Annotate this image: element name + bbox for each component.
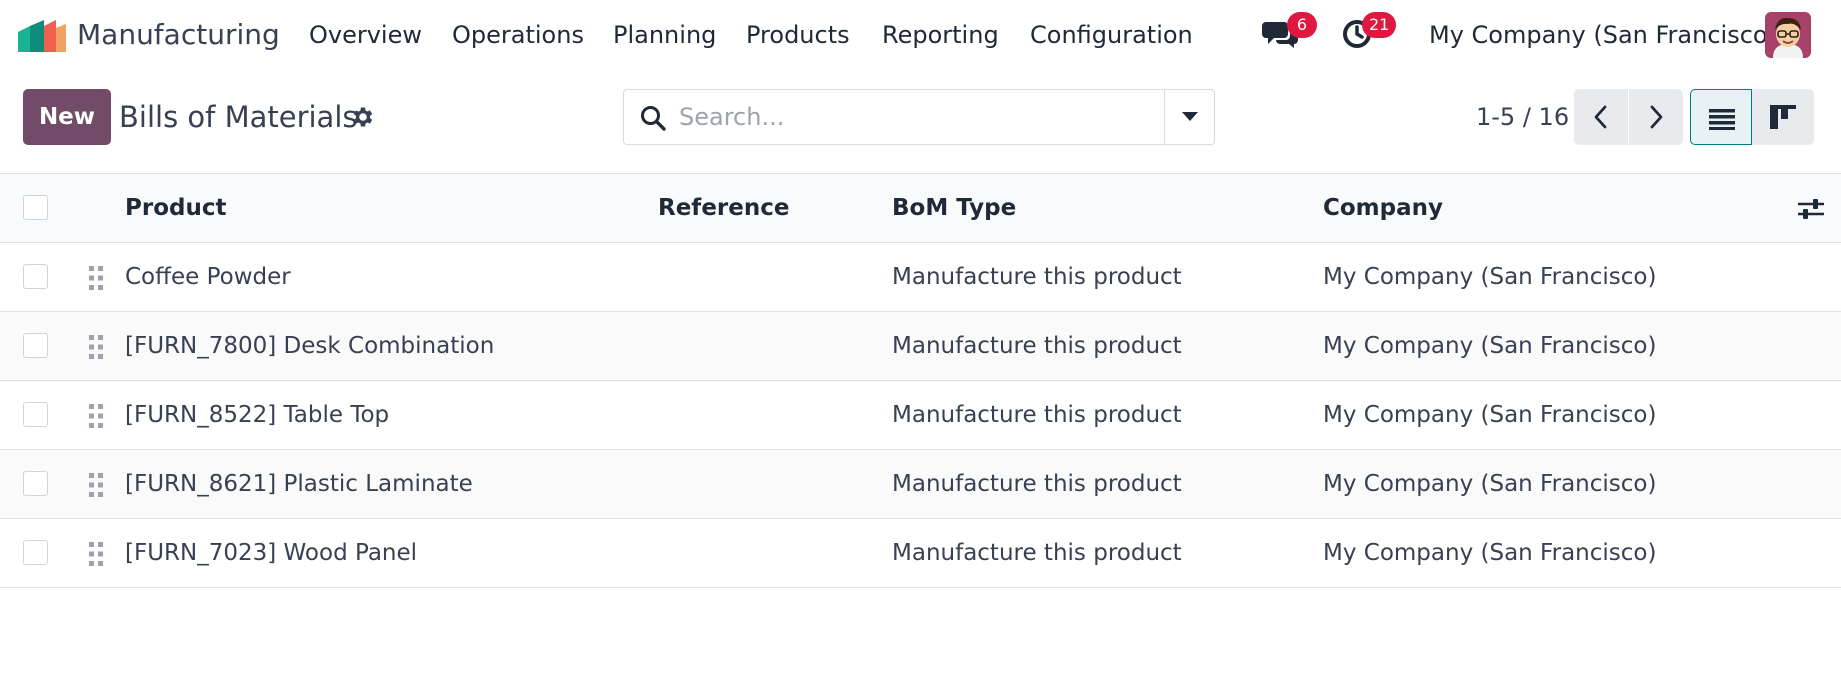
- sliders-icon[interactable]: [1796, 194, 1826, 224]
- page-title: Bills of Materials: [119, 100, 358, 134]
- cell-company: My Company (San Francisco): [1323, 264, 1657, 290]
- table-row[interactable]: [FURN_8522] Table Top Manufacture this p…: [0, 381, 1841, 450]
- column-header-bom-type[interactable]: BoM Type: [892, 174, 1016, 242]
- pager-next-button[interactable]: [1629, 89, 1683, 145]
- search-icon: [641, 106, 666, 131]
- cell-product: [FURN_7800] Desk Combination: [125, 333, 495, 359]
- cell-product: Coffee Powder: [125, 264, 291, 290]
- messages-button[interactable]: 6: [1262, 12, 1317, 52]
- drag-handle-icon[interactable]: [88, 403, 104, 429]
- table-row[interactable]: [FURN_8621] Plastic Laminate Manufacture…: [0, 450, 1841, 519]
- activities-badge: 21: [1362, 12, 1397, 38]
- drag-handle-icon[interactable]: [88, 541, 104, 567]
- cell-bom-type: Manufacture this product: [892, 333, 1182, 359]
- user-avatar-icon: [1765, 12, 1811, 58]
- menu-configuration[interactable]: Configuration: [1030, 15, 1193, 55]
- list-view-button[interactable]: [1690, 89, 1752, 145]
- cell-company: My Company (San Francisco): [1323, 540, 1657, 566]
- pager-value[interactable]: 1-5 / 16: [1476, 100, 1569, 134]
- row-checkbox[interactable]: [23, 402, 48, 427]
- column-header-reference[interactable]: Reference: [658, 174, 789, 242]
- row-checkbox[interactable]: [23, 540, 48, 565]
- cell-product: [FURN_8522] Table Top: [125, 402, 390, 428]
- drag-handle-icon[interactable]: [88, 265, 104, 291]
- search-bar: [623, 89, 1215, 145]
- cell-company: My Company (San Francisco): [1323, 333, 1657, 359]
- drag-handle-icon[interactable]: [88, 334, 104, 360]
- column-header-product[interactable]: Product: [125, 174, 226, 242]
- avatar[interactable]: [1765, 12, 1811, 58]
- cell-product: [FURN_8621] Plastic Laminate: [125, 471, 473, 497]
- menu-overview[interactable]: Overview: [309, 15, 422, 55]
- activities-button[interactable]: 21: [1342, 12, 1397, 52]
- manufacturing-logo-icon[interactable]: [18, 18, 66, 52]
- column-header-company[interactable]: Company: [1323, 174, 1443, 242]
- cell-bom-type: Manufacture this product: [892, 471, 1182, 497]
- top-navbar: Manufacturing Overview Operations Planni…: [0, 0, 1841, 70]
- row-checkbox[interactable]: [23, 264, 48, 289]
- table-row[interactable]: [FURN_7800] Desk Combination Manufacture…: [0, 312, 1841, 381]
- gear-icon[interactable]: [350, 104, 376, 130]
- company-switcher[interactable]: My Company (San Francisco): [1429, 15, 1777, 55]
- menu-planning[interactable]: Planning: [613, 15, 716, 55]
- search-input[interactable]: [679, 98, 1179, 136]
- select-all-checkbox[interactable]: [23, 195, 48, 220]
- cell-product: [FURN_7023] Wood Panel: [125, 540, 418, 566]
- row-checkbox[interactable]: [23, 471, 48, 496]
- table-header: Product Reference BoM Type Company: [0, 173, 1841, 243]
- messages-badge: 6: [1287, 12, 1317, 38]
- cell-bom-type: Manufacture this product: [892, 540, 1182, 566]
- cell-company: My Company (San Francisco): [1323, 471, 1657, 497]
- caret-down-icon: [1182, 112, 1198, 121]
- menu-products[interactable]: Products: [746, 15, 850, 55]
- chevron-left-icon: [1594, 105, 1607, 129]
- drag-handle-icon[interactable]: [88, 472, 104, 498]
- cell-bom-type: Manufacture this product: [892, 402, 1182, 428]
- row-checkbox[interactable]: [23, 333, 48, 358]
- kanban-view-icon: [1770, 105, 1796, 129]
- pager-previous-button[interactable]: [1574, 89, 1628, 145]
- app-name[interactable]: Manufacturing: [77, 15, 280, 55]
- new-button[interactable]: New: [23, 89, 111, 145]
- table-row[interactable]: [FURN_7023] Wood Panel Manufacture this …: [0, 519, 1841, 588]
- search-options-toggle[interactable]: [1164, 90, 1214, 144]
- chevron-right-icon: [1650, 105, 1663, 129]
- menu-reporting[interactable]: Reporting: [882, 15, 999, 55]
- cell-company: My Company (San Francisco): [1323, 402, 1657, 428]
- table-row[interactable]: Coffee Powder Manufacture this product M…: [0, 243, 1841, 312]
- cell-bom-type: Manufacture this product: [892, 264, 1182, 290]
- menu-operations[interactable]: Operations: [452, 15, 584, 55]
- kanban-view-button[interactable]: [1752, 89, 1814, 145]
- list-view-icon: [1709, 109, 1735, 130]
